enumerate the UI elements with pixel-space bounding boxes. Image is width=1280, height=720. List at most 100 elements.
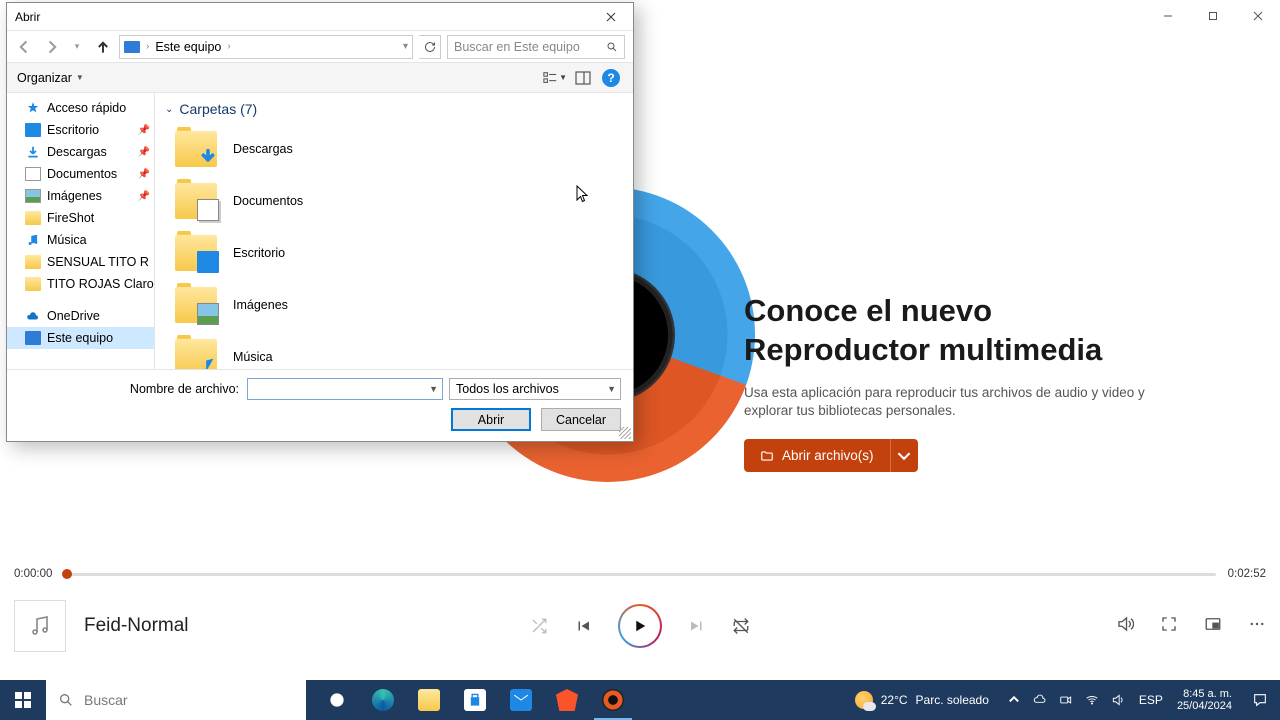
progress-thumb[interactable] [62, 569, 72, 579]
start-button[interactable] [0, 680, 46, 720]
taskbar-app-mail[interactable] [498, 680, 544, 720]
folder-content[interactable]: ⌄ Carpetas (7) DescargasDocumentosEscrit… [155, 93, 633, 369]
tree-item-documentos[interactable]: Documentos📌 [7, 163, 154, 185]
tree-item-imágenes[interactable]: Imágenes📌 [7, 185, 154, 207]
close-button[interactable] [1235, 0, 1280, 32]
open-button[interactable]: Abrir [451, 408, 531, 431]
folder-imágenes[interactable]: Imágenes [165, 279, 623, 331]
tree-item-descargas[interactable]: Descargas📌 [7, 141, 154, 163]
taskbar-time: 8:45 a. m. [1177, 688, 1232, 700]
volume-button[interactable] [1116, 615, 1134, 638]
notifications-button[interactable] [1240, 692, 1280, 708]
next-button[interactable] [688, 617, 706, 635]
progress-row: 0:00:00 0:02:52 [0, 562, 1280, 586]
filename-input[interactable]: ▼ [247, 378, 443, 400]
organize-menu[interactable]: Organizar ▼ [17, 71, 84, 85]
tree-item-este-equipo[interactable]: Este equipo [7, 327, 154, 349]
folder-icon [760, 449, 774, 463]
folder-música[interactable]: Música [165, 331, 623, 369]
breadcrumb-this-pc[interactable]: Este equipo [155, 40, 221, 54]
cancel-button[interactable]: Cancelar [541, 408, 621, 431]
open-files-button[interactable]: Abrir archivo(s) [744, 439, 890, 472]
help-button[interactable]: ? [599, 67, 623, 89]
pin-icon: 📌 [138, 147, 150, 158]
taskbar-lang[interactable]: ESP [1133, 693, 1169, 707]
preview-pane-button[interactable] [571, 67, 595, 89]
address-bar[interactable]: › Este equipo › ▾ [119, 35, 413, 59]
nav-up-button[interactable] [93, 37, 113, 57]
organize-label: Organizar [17, 71, 72, 85]
taskbar-app-brave[interactable] [544, 680, 590, 720]
previous-button[interactable] [574, 617, 592, 635]
more-button[interactable] [1248, 615, 1266, 638]
tray-overflow-icon[interactable] [1007, 693, 1021, 707]
dialog-search-input[interactable]: Buscar en Este equipo [447, 35, 625, 59]
taskbar-clock[interactable]: 8:45 a. m. 25/04/2024 [1169, 688, 1240, 712]
chevron-down-icon: ⌄ [165, 104, 173, 115]
onedrive-tray-icon[interactable] [1033, 693, 1047, 707]
taskbar-app-cortana[interactable] [314, 680, 360, 720]
dialog-titlebar[interactable]: Abrir [7, 3, 633, 31]
search-icon [606, 41, 618, 53]
minimize-button[interactable] [1145, 0, 1190, 32]
fullscreen-button[interactable] [1160, 615, 1178, 638]
open-files-group: Abrir archivo(s) [744, 439, 1164, 472]
group-header-folders[interactable]: ⌄ Carpetas (7) [165, 99, 623, 123]
taskbar-search-placeholder: Buscar [84, 692, 128, 708]
tree-item-onedrive[interactable]: OneDrive [7, 305, 154, 327]
nav-forward-button[interactable] [41, 37, 61, 57]
volume-tray-icon[interactable] [1111, 693, 1125, 707]
system-tray[interactable] [999, 693, 1133, 707]
tree-item-tito-rojas-claro[interactable]: TITO ROJAS Claro [7, 273, 154, 295]
taskbar-app-explorer[interactable] [406, 680, 452, 720]
miniplayer-button[interactable] [1204, 615, 1222, 638]
resize-grip[interactable] [619, 427, 631, 439]
taskbar-app-store[interactable] [452, 680, 498, 720]
elapsed-time: 0:00:00 [14, 568, 52, 580]
folder-documentos[interactable]: Documentos [165, 175, 623, 227]
nav-tree[interactable]: Acceso rápidoEscritorio📌Descargas📌Docume… [7, 93, 155, 369]
open-files-dropdown[interactable] [890, 439, 918, 472]
playback-controls [530, 604, 750, 648]
nav-back-button[interactable] [15, 37, 35, 57]
open-files-label: Abrir archivo(s) [782, 448, 874, 463]
music-note-icon [28, 614, 52, 638]
meet-now-icon[interactable] [1059, 693, 1073, 707]
tree-item-escritorio[interactable]: Escritorio📌 [7, 119, 154, 141]
extra-controls [1116, 615, 1266, 638]
tree-item-música[interactable]: Música [7, 229, 154, 251]
repeat-button[interactable] [732, 617, 750, 635]
refresh-button[interactable] [419, 35, 441, 59]
dialog-close-button[interactable] [591, 4, 631, 30]
tree-item-acceso-rápido[interactable]: Acceso rápido [7, 97, 154, 119]
taskbar-search[interactable]: Buscar [46, 680, 306, 720]
tree-item-sensual-tito-r[interactable]: SENSUAL TITO R [7, 251, 154, 273]
filename-text[interactable] [254, 382, 429, 396]
maximize-button[interactable] [1190, 0, 1235, 32]
dialog-footer: Nombre de archivo: ▼ Todos los archivos … [7, 370, 633, 441]
play-button[interactable] [618, 604, 662, 648]
view-mode-button[interactable]: ▼ [543, 67, 567, 89]
filename-history-button[interactable]: ▼ [429, 384, 438, 394]
taskbar-weather[interactable]: 22°C Parc. soleado [845, 691, 999, 709]
dialog-title: Abrir [15, 10, 40, 24]
taskbar-app-mediaplayer[interactable] [590, 680, 636, 720]
weather-temp: 22°C [881, 693, 908, 707]
folder-escritorio[interactable]: Escritorio [165, 227, 623, 279]
progress-slider[interactable] [64, 573, 1215, 576]
address-history-button[interactable]: ▾ [403, 41, 408, 52]
folder-descargas[interactable]: Descargas [165, 123, 623, 175]
nav-recent-button[interactable]: ▾ [67, 37, 87, 57]
tree-item-fireshot[interactable]: FireShot [7, 207, 154, 229]
taskbar-app-edge[interactable] [360, 680, 406, 720]
taskbar-date: 25/04/2024 [1177, 700, 1232, 712]
weather-icon [855, 691, 873, 709]
controls-row: Feid-Normal [0, 586, 1280, 666]
filetype-filter[interactable]: Todos los archivos ▼ [449, 378, 621, 400]
search-placeholder: Buscar en Este equipo [454, 40, 600, 54]
wifi-icon[interactable] [1085, 693, 1099, 707]
filename-label: Nombre de archivo: [130, 382, 239, 396]
hero-title: Conoce el nuevo Reproductor multimedia [744, 292, 1164, 370]
shuffle-button[interactable] [530, 617, 548, 635]
folder-icon [175, 131, 217, 167]
